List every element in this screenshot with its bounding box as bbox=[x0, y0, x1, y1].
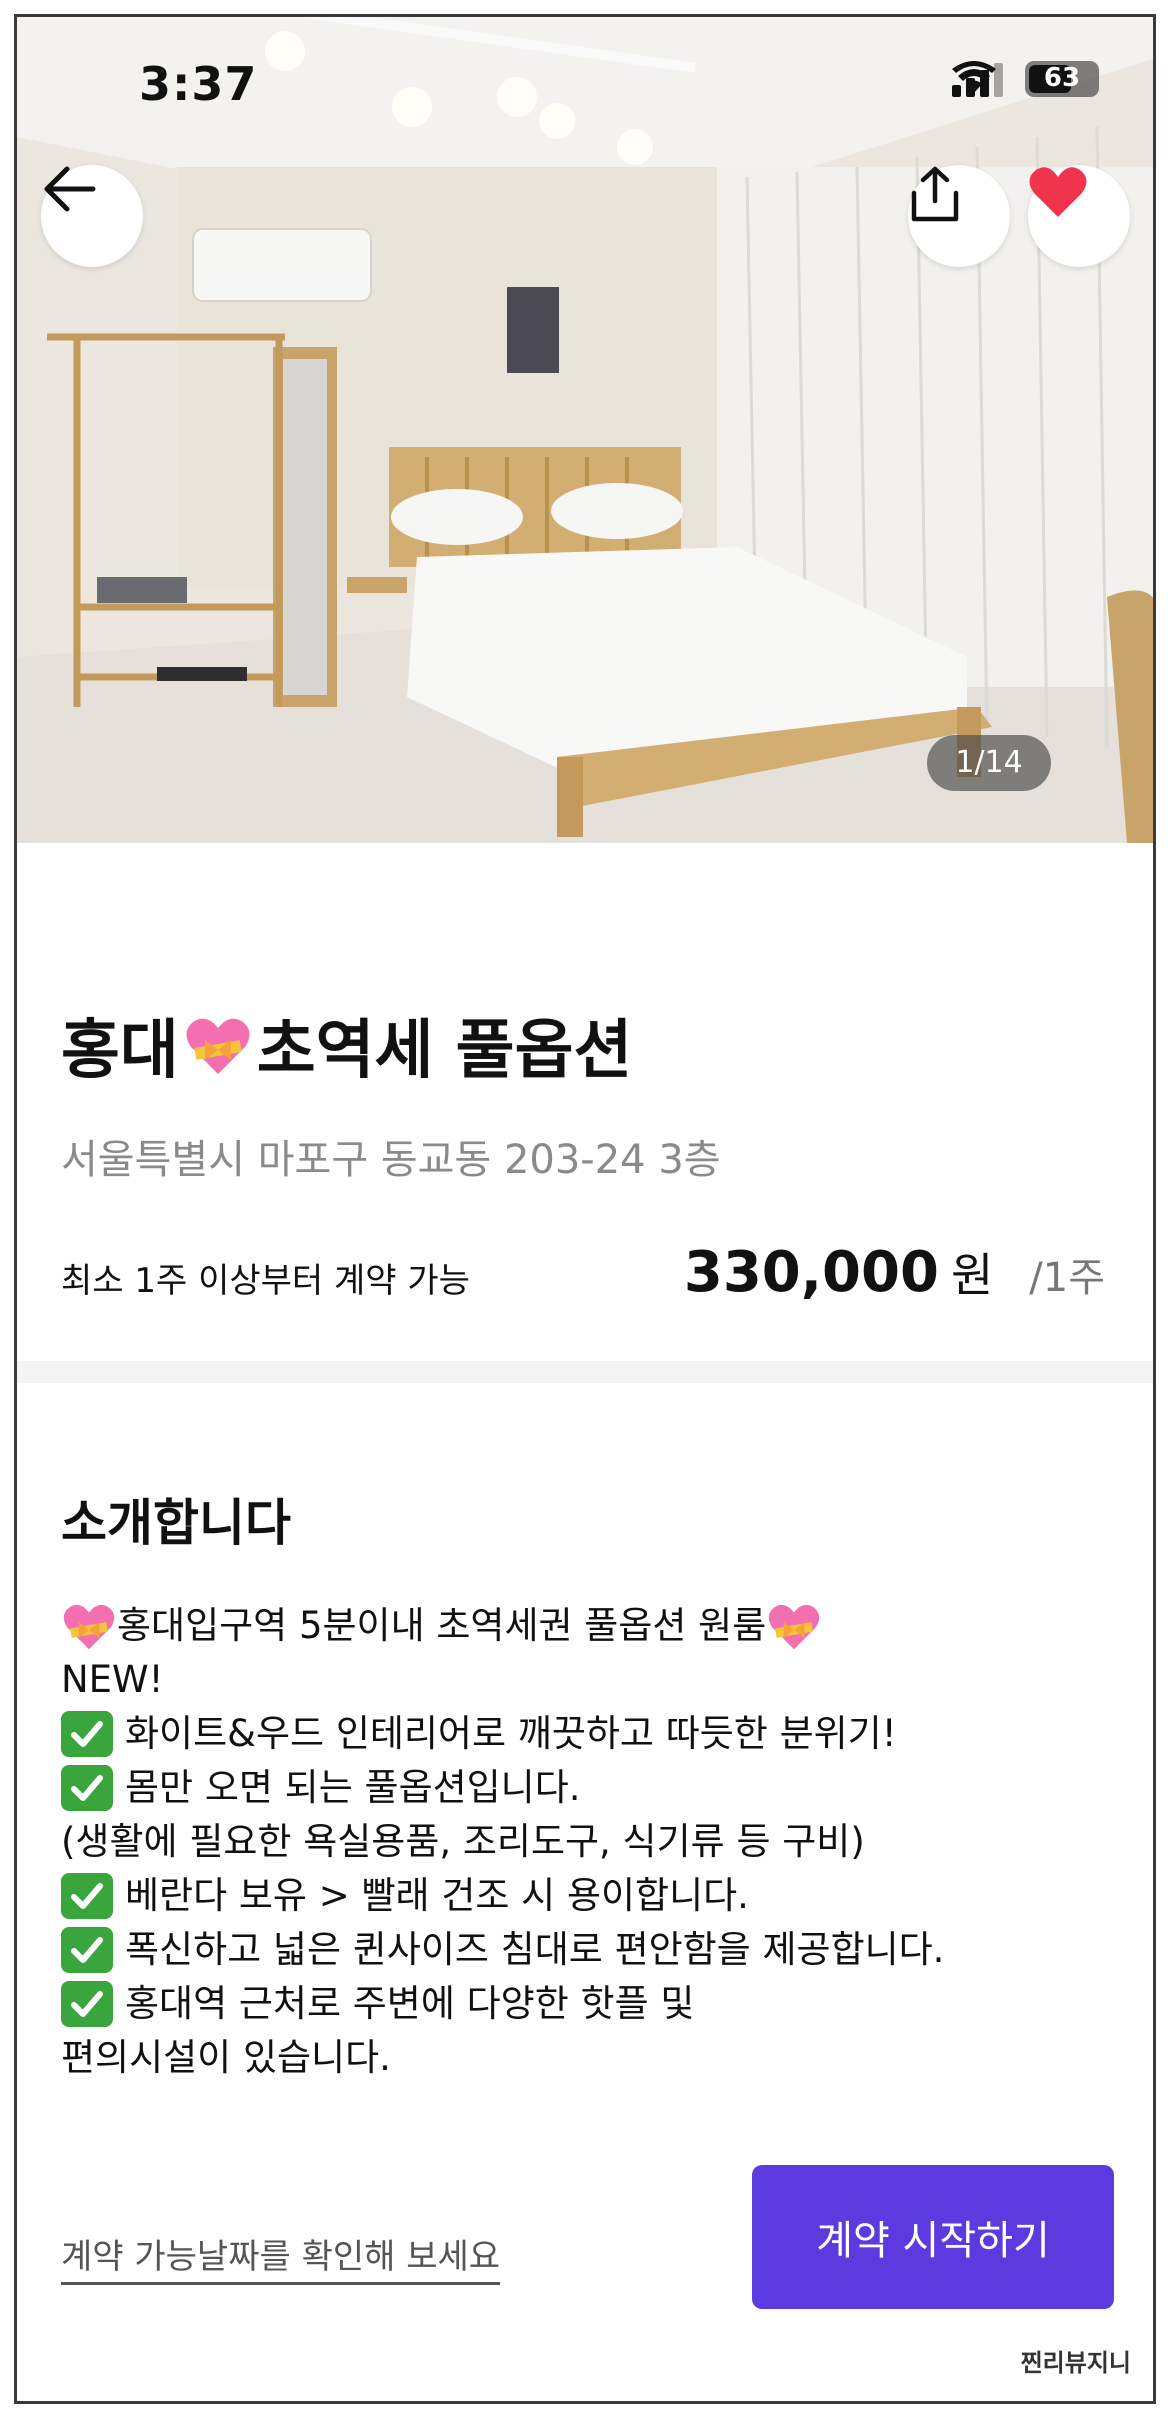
sparkling-heart-icon bbox=[63, 1604, 115, 1650]
listing-title-part2: 초역세 풀옵션 bbox=[256, 1014, 633, 1088]
check-dates-link[interactable]: 계약 가능날짜를 확인해 보세요 bbox=[61, 2229, 501, 2285]
status-icons: 63 bbox=[952, 61, 1099, 97]
back-button[interactable] bbox=[41, 165, 143, 267]
watermark: 찐리뷰지니 bbox=[1020, 2349, 1131, 2377]
desc-line: 폭신하고 넓은 퀸사이즈 침대로 편안함을 제공합니다. bbox=[61, 1923, 1121, 1977]
desc-line: 홍대역 근처로 주변에 다양한 핫플 및 bbox=[61, 1977, 1121, 2031]
battery-icon: 63 bbox=[1025, 61, 1099, 97]
wifi-icon bbox=[952, 61, 996, 93]
intro-heading: 소개합니다 bbox=[61, 1494, 291, 1552]
desc-text: 편의시설이 있습니다. bbox=[61, 2036, 391, 2079]
section-divider bbox=[17, 1361, 1153, 1383]
sparkling-heart-icon bbox=[186, 1018, 250, 1074]
min-contract-text: 최소 1주 이상부터 계약 가능 bbox=[61, 1261, 470, 1301]
desc-line: 화이트&우드 인테리어로 깨끗하고 따듯한 분위기! bbox=[61, 1707, 1121, 1761]
battery-level: 63 bbox=[1043, 63, 1081, 93]
status-time: 3:37 bbox=[139, 57, 258, 111]
desc-text: 화이트&우드 인테리어로 깨끗하고 따듯한 분위기! bbox=[125, 1712, 897, 1755]
desc-line: 편의시설이 있습니다. bbox=[61, 2031, 1121, 2085]
price-unit: 원 bbox=[950, 1248, 994, 1302]
room-photo-illustration bbox=[17, 17, 1153, 843]
price-period: /1주 bbox=[1029, 1255, 1105, 1301]
desc-line: NEW! bbox=[61, 1653, 1121, 1707]
favorite-button[interactable] bbox=[1028, 165, 1130, 267]
desc-text: 베란다 보유 > 빨래 건조 시 용이합니다. bbox=[125, 1874, 749, 1917]
check-mark-icon bbox=[61, 1927, 113, 1973]
sparkling-heart-icon bbox=[769, 1604, 820, 1650]
start-contract-button[interactable]: 계약 시작하기 bbox=[752, 2165, 1114, 2309]
desc-text: 홍대입구역 5분이내 초역세권 풀옵션 원룸 bbox=[117, 1604, 767, 1647]
desc-line: (생활에 필요한 욕실용품, 조리도구, 식기류 등 구비) bbox=[61, 1815, 1121, 1869]
desc-line: 베란다 보유 > 빨래 건조 시 용이합니다. bbox=[61, 1869, 1121, 1923]
desc-text: (생활에 필요한 욕실용품, 조리도구, 식기류 등 구비) bbox=[61, 1820, 865, 1863]
desc-text: 몸만 오면 되는 풀옵션입니다. bbox=[125, 1766, 581, 1809]
heart-icon bbox=[1029, 167, 1087, 217]
check-mark-icon bbox=[61, 1711, 113, 1757]
desc-text: 홍대역 근처로 주변에 다양한 핫플 및 bbox=[125, 1982, 695, 2025]
listing-title-part1: 홍대 bbox=[61, 1014, 179, 1088]
arrow-left-icon bbox=[44, 166, 96, 212]
check-mark-icon bbox=[61, 1765, 113, 1811]
listing-photo[interactable]: 3:37 63 1/14 bbox=[17, 17, 1153, 843]
photo-counter: 1/14 bbox=[927, 735, 1051, 791]
desc-line: 홍대입구역 5분이내 초역세권 풀옵션 원룸 bbox=[61, 1599, 1121, 1653]
listing-title: 홍대 초역세 풀옵션 bbox=[61, 999, 632, 1091]
listing-address: 서울특별시 마포구 동교동 203-24 3층 bbox=[61, 1137, 721, 1183]
share-button[interactable] bbox=[908, 165, 1010, 267]
share-icon bbox=[911, 166, 959, 222]
price: 330,000 원 /1주 bbox=[684, 1239, 1105, 1305]
desc-text: 폭신하고 넓은 퀸사이즈 침대로 편안함을 제공합니다. bbox=[125, 1928, 945, 1971]
intro-description: 홍대입구역 5분이내 초역세권 풀옵션 원룸 NEW! 화이트&우드 인테리어로… bbox=[61, 1599, 1121, 2085]
desc-line: 몸만 오면 되는 풀옵션입니다. bbox=[61, 1761, 1121, 1815]
price-amount: 330,000 bbox=[683, 1240, 939, 1305]
screen-frame: 3:37 63 1/14 홍대 초역세 풀옵션 서울특별시 마포구 동교동 20… bbox=[14, 14, 1156, 2404]
desc-text: NEW! bbox=[61, 1658, 164, 1701]
check-mark-icon bbox=[61, 1873, 113, 1919]
check-mark-icon bbox=[61, 1981, 113, 2027]
